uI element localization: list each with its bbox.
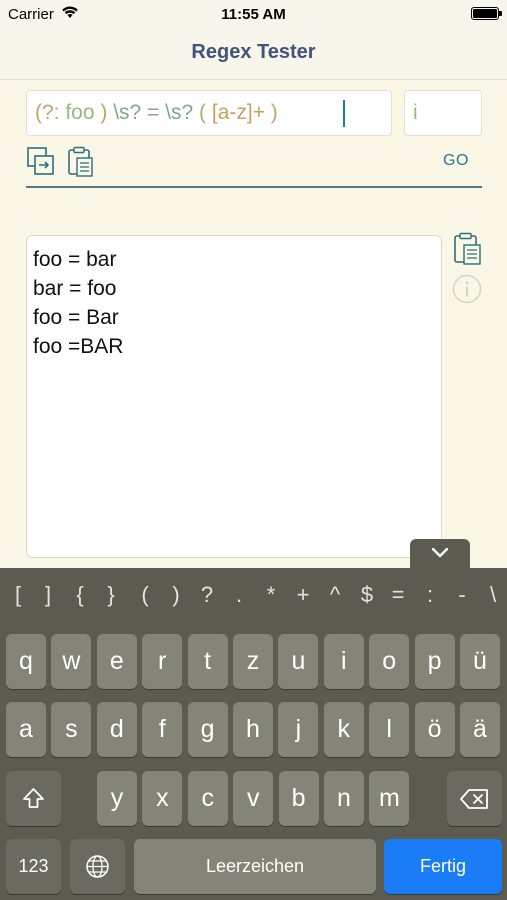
- test-line: foo =BAR: [33, 335, 124, 358]
- letter-key[interactable]: n: [324, 771, 364, 826]
- letter-key[interactable]: o: [369, 634, 410, 689]
- test-text-area[interactable]: foo = bar bar = foo foo = Bar foo =BAR: [26, 235, 442, 558]
- symbol-key[interactable]: :: [420, 582, 440, 608]
- chevron-down-icon: [431, 547, 449, 558]
- symbol-key[interactable]: }: [101, 582, 121, 608]
- regex-input[interactable]: (?: foo ) \s? = \s? ( [a-z]+ ): [26, 90, 392, 136]
- letter-key[interactable]: x: [142, 771, 183, 826]
- letter-key[interactable]: b: [278, 771, 319, 826]
- letter-key[interactable]: y: [97, 771, 137, 826]
- letter-key[interactable]: g: [187, 702, 228, 757]
- letter-key[interactable]: r: [142, 634, 183, 689]
- letter-key[interactable]: u: [278, 634, 319, 689]
- letter-key[interactable]: i: [323, 634, 364, 689]
- dismiss-keyboard-button[interactable]: [410, 539, 470, 569]
- letter-key[interactable]: s: [51, 702, 92, 757]
- letter-key[interactable]: h: [233, 702, 273, 757]
- battery-icon: [471, 7, 502, 20]
- letter-key[interactable]: p: [414, 634, 455, 689]
- letter-key[interactable]: v: [233, 771, 274, 826]
- letter-key[interactable]: ö: [414, 702, 455, 757]
- symbol-key[interactable]: [: [8, 582, 28, 608]
- regex-token: ): [264, 101, 278, 124]
- letter-key[interactable]: c: [187, 771, 228, 826]
- backspace-key[interactable]: [447, 771, 502, 826]
- go-button[interactable]: GO: [443, 152, 469, 170]
- symbol-key[interactable]: ]: [38, 582, 58, 608]
- backspace-icon: [460, 789, 488, 809]
- regex-token: ): [94, 101, 114, 124]
- symbol-key[interactable]: =: [388, 582, 408, 608]
- symbol-key[interactable]: $: [357, 582, 377, 608]
- status-bar: Carrier 11:55 AM: [0, 0, 507, 28]
- symbol-key[interactable]: ^: [325, 582, 345, 608]
- letter-key[interactable]: w: [51, 634, 92, 689]
- regex-library-icon[interactable]: [26, 146, 56, 178]
- letter-key[interactable]: ä: [460, 702, 500, 757]
- letter-key[interactable]: t: [187, 634, 228, 689]
- globe-key[interactable]: [70, 839, 125, 894]
- letter-key[interactable]: d: [96, 702, 137, 757]
- symbol-key[interactable]: -: [452, 582, 472, 608]
- test-line: bar = foo: [33, 277, 117, 300]
- done-key[interactable]: Fertig: [384, 839, 502, 894]
- regex-token: [a-z]+: [211, 101, 265, 124]
- letter-key[interactable]: k: [323, 702, 364, 757]
- letter-key[interactable]: m: [369, 771, 410, 826]
- letter-key[interactable]: e: [96, 634, 137, 689]
- letter-key[interactable]: ü: [460, 634, 500, 689]
- letter-key[interactable]: q: [6, 634, 46, 689]
- numbers-key[interactable]: 123: [6, 839, 61, 894]
- symbol-key[interactable]: ?: [197, 582, 217, 608]
- symbol-key[interactable]: (: [135, 582, 155, 608]
- regex-divider: [26, 186, 482, 188]
- flags-input[interactable]: i: [404, 90, 482, 136]
- regex-token: (?:: [35, 101, 66, 124]
- globe-icon: [86, 855, 109, 878]
- space-key[interactable]: Leerzeichen: [134, 839, 376, 894]
- letter-key[interactable]: z: [233, 634, 273, 689]
- page-title: Regex Tester: [191, 41, 316, 63]
- symbol-key[interactable]: \: [483, 582, 503, 608]
- info-icon[interactable]: [452, 274, 482, 304]
- letter-key[interactable]: f: [142, 702, 183, 757]
- symbol-key[interactable]: {: [70, 582, 90, 608]
- navigation-bar: Regex Tester: [0, 28, 507, 80]
- letter-key[interactable]: j: [278, 702, 319, 757]
- test-line: foo = Bar: [33, 306, 119, 329]
- paste-regex-icon[interactable]: [66, 146, 96, 178]
- symbol-key[interactable]: .: [229, 582, 249, 608]
- regex-token: \s? = \s?: [113, 101, 194, 124]
- symbol-key[interactable]: +: [293, 582, 313, 608]
- flags-value[interactable]: i: [413, 101, 418, 125]
- shift-key[interactable]: [6, 771, 61, 826]
- test-line: foo = bar: [33, 248, 117, 271]
- regex-expression[interactable]: (?: foo ) \s? = \s? ( [a-z]+ ): [35, 101, 278, 125]
- regex-token: foo: [65, 101, 95, 124]
- letter-key[interactable]: l: [369, 702, 410, 757]
- paste-text-icon[interactable]: [452, 232, 484, 266]
- symbol-key[interactable]: *: [261, 582, 281, 608]
- text-cursor: [343, 100, 345, 127]
- regex-token: (: [193, 101, 212, 124]
- letter-key[interactable]: a: [6, 702, 46, 757]
- shift-icon: [23, 788, 44, 808]
- symbol-key[interactable]: ): [166, 582, 186, 608]
- clock: 11:55 AM: [221, 6, 286, 23]
